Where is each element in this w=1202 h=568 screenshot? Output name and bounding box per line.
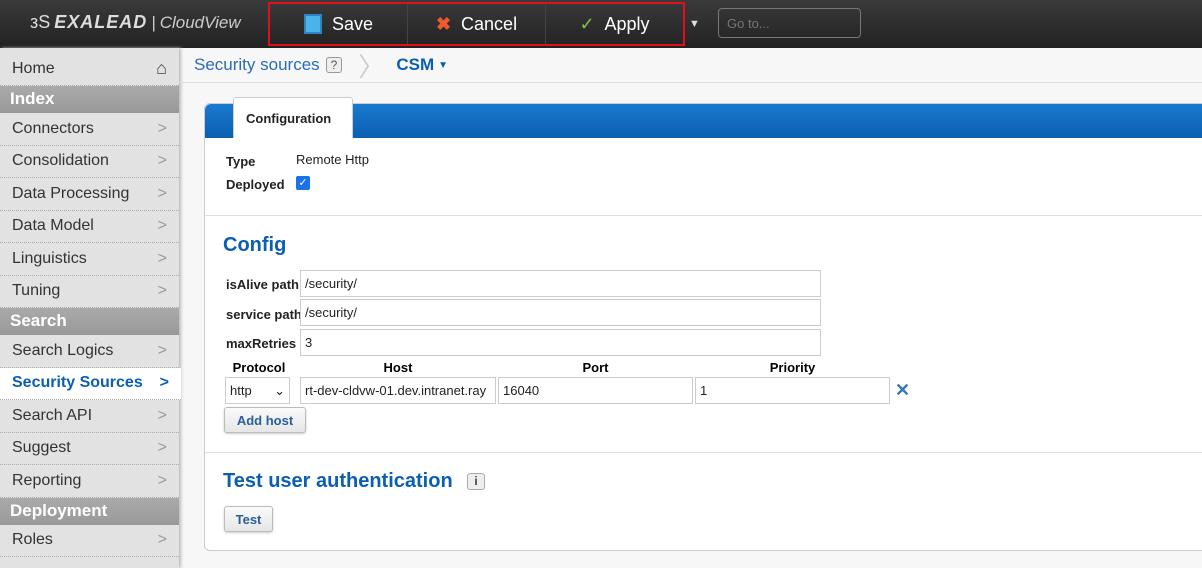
priority-header: Priority: [769, 360, 816, 375]
chevron-right-icon: >: [157, 249, 167, 267]
chevron-right-icon: >: [157, 282, 167, 300]
protocol-value: http: [230, 383, 252, 398]
sidebar-item-security-sources[interactable]: Security Sources >: [0, 367, 181, 400]
sidebar-item-label: Roles: [12, 531, 53, 549]
chevron-right-icon: >: [157, 152, 167, 170]
breadcrumb-security-sources[interactable]: Security sources: [194, 55, 320, 75]
host-input[interactable]: rt-dev-cldvw-01.dev.intranet.ray: [300, 377, 496, 404]
logo: ᴈS EXALEAD | CloudView: [30, 12, 241, 32]
max-retries-input[interactable]: 3: [300, 329, 821, 356]
divider: [205, 452, 1202, 453]
protocol-header: Protocol: [232, 360, 286, 375]
chevron-down-icon[interactable]: ▼: [438, 60, 448, 71]
test-auth-title: Test user authentication: [223, 470, 453, 492]
divider: [205, 215, 1202, 216]
help-icon[interactable]: ?: [325, 57, 343, 73]
sidebar-item-label: Linguistics: [12, 249, 87, 267]
sidebar-item-data-processing[interactable]: Data Processing >: [0, 178, 179, 211]
sidebar-item-suggest[interactable]: Suggest >: [0, 433, 179, 465]
sidebar-item-home[interactable]: Home ⌂: [0, 48, 179, 86]
config-panel: Configuration Type Remote Http Deployed …: [204, 97, 1202, 551]
product: CloudView: [159, 12, 241, 32]
deployed-label: Deployed: [226, 177, 285, 192]
sidebar-item-label: Suggest: [12, 439, 71, 457]
save-button[interactable]: Save: [270, 4, 408, 44]
sidebar-item-label: Search Logics: [12, 341, 114, 359]
config-title: Config: [223, 234, 287, 256]
service-path-label: service path: [226, 307, 302, 322]
sidebar-item-label: Tuning: [12, 282, 61, 300]
sidebar-item-label: Reporting: [12, 471, 82, 489]
breadcrumb-separator: 〉: [358, 51, 385, 82]
add-host-button[interactable]: Add host: [224, 407, 306, 433]
test-button[interactable]: Test: [224, 506, 273, 532]
chevron-right-icon: >: [157, 184, 167, 202]
service-path-input[interactable]: /security/: [300, 299, 821, 326]
sidebar-item-search-api[interactable]: Search API >: [0, 400, 179, 433]
sidebar-item-label: Search API: [12, 406, 93, 424]
sidebar-item-label: Connectors: [12, 119, 94, 137]
save-label: Save: [331, 13, 374, 34]
sidebar-item-data-model[interactable]: Data Model >: [0, 211, 179, 243]
apply-label: Apply: [604, 13, 650, 34]
chevron-right-icon: >: [157, 471, 167, 489]
more-dropdown-icon[interactable]: ▼: [689, 18, 700, 30]
x-icon: ✖: [435, 13, 452, 34]
isalive-path-label: isAlive path: [226, 277, 299, 292]
chevron-right-icon: >: [157, 439, 167, 457]
sidebar-section-header: Deployment: [0, 497, 179, 525]
top-bar: ᴈS EXALEAD | CloudView Save ✖ Cancel ✓ Apply …: [0, 0, 1202, 48]
brand: EXALEAD: [54, 12, 148, 32]
goto-input[interactable]: [718, 8, 861, 38]
priority-input[interactable]: 1: [695, 377, 890, 404]
chevron-down-icon: ⌄: [274, 383, 285, 398]
panel-header: [205, 104, 1202, 138]
chevron-right-icon: >: [159, 374, 169, 392]
sidebar-item-roles[interactable]: Roles >: [0, 525, 179, 557]
max-retries-label: maxRetries: [226, 336, 297, 351]
sidebar-item-tuning[interactable]: Tuning >: [0, 276, 179, 308]
remove-host-icon[interactable]: ✕: [895, 380, 910, 401]
sidebar-item-label: Data Model: [12, 217, 94, 235]
info-icon[interactable]: i: [467, 473, 485, 490]
tab-configuration[interactable]: Configuration: [233, 97, 353, 138]
sidebar-item-label: Security Sources: [12, 374, 143, 392]
sidebar-section-header: Index: [0, 86, 179, 113]
type-value: Remote Http: [296, 152, 369, 167]
sidebar-item-search-logics[interactable]: Search Logics >: [0, 335, 179, 368]
breadcrumb-current[interactable]: CSM: [396, 55, 434, 75]
home-icon: ⌂: [156, 58, 167, 78]
port-input[interactable]: 16040: [498, 377, 693, 404]
chevron-right-icon: >: [157, 119, 167, 137]
home-label: Home: [12, 59, 55, 77]
cancel-button[interactable]: ✖ Cancel: [408, 4, 546, 44]
sidebar-section-header: Search: [0, 308, 179, 335]
sidebar-item-label: Data Processing: [12, 184, 130, 202]
sidebar-item-consolidation[interactable]: Consolidation >: [0, 146, 179, 178]
breadcrumb: Security sources ? 〉 CSM ▼: [179, 48, 1202, 83]
sidebar-item-reporting[interactable]: Reporting >: [0, 465, 179, 498]
chevron-right-icon: >: [157, 341, 167, 359]
chevron-right-icon: >: [157, 217, 167, 235]
action-group: Save ✖ Cancel ✓ Apply: [268, 2, 685, 46]
sidebar-item-connectors[interactable]: Connectors >: [0, 113, 179, 146]
sidebar-item-label: Consolidation: [12, 152, 109, 170]
floppy-icon: [303, 14, 322, 34]
apply-button[interactable]: ✓ Apply: [546, 4, 683, 44]
deployed-checkbox[interactable]: ✓: [296, 176, 310, 190]
cancel-label: Cancel: [461, 13, 518, 34]
isalive-path-input[interactable]: /security/: [300, 270, 821, 297]
protocol-select[interactable]: http ⌄: [225, 377, 290, 404]
type-label: Type: [226, 154, 256, 169]
sidebar-item-linguistics[interactable]: Linguistics >: [0, 243, 179, 276]
chevron-right-icon: >: [157, 531, 167, 549]
chevron-right-icon: >: [157, 406, 167, 424]
ds-logo-icon: ᴈS: [30, 12, 51, 32]
port-header: Port: [582, 360, 609, 375]
check-icon: ✓: [579, 13, 595, 34]
sidebar: Home ⌂ Index Connectors > Consolidation > Data…: [0, 48, 181, 568]
host-header: Host: [383, 360, 413, 375]
